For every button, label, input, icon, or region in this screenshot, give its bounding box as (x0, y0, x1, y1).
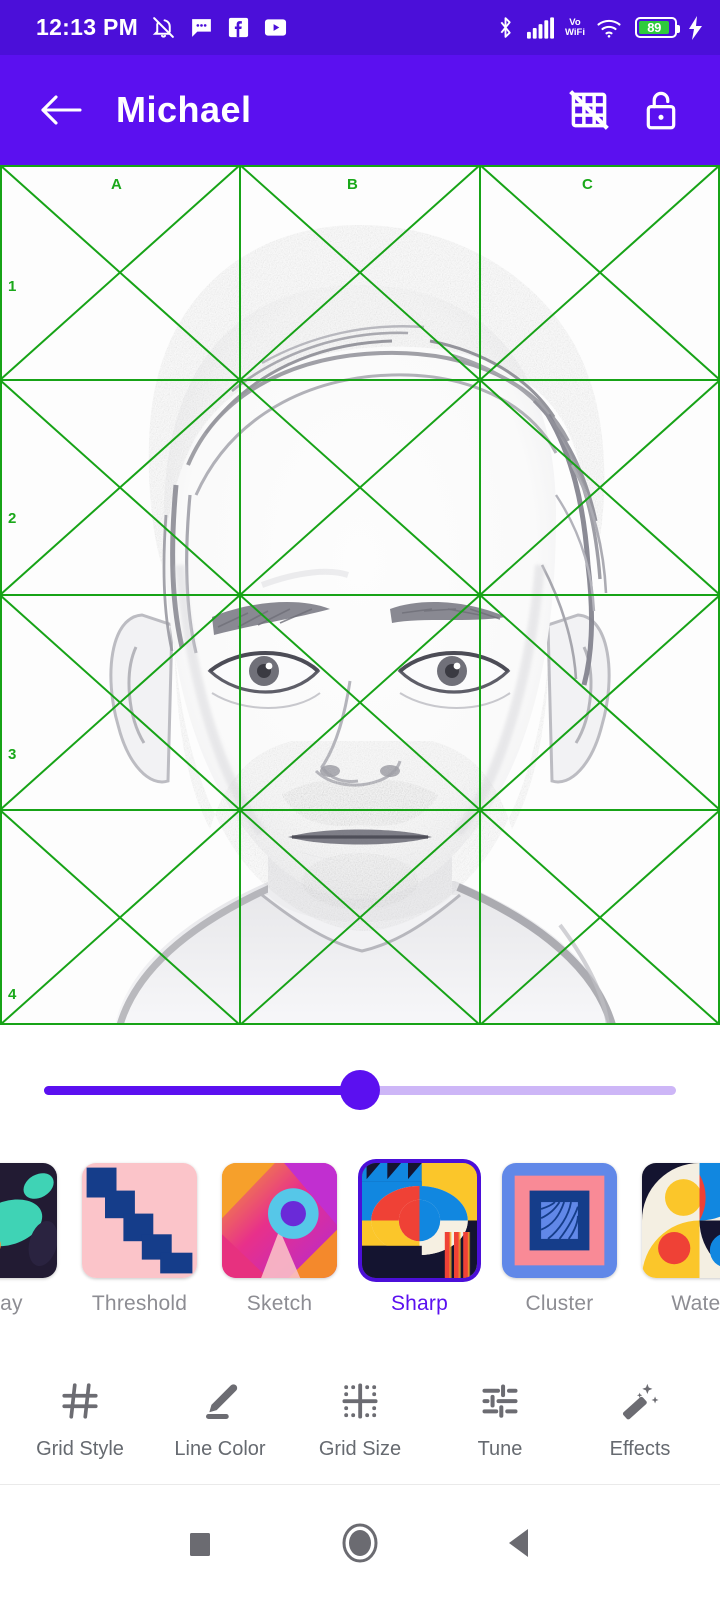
tool-grid-size[interactable]: Grid Size (295, 1378, 425, 1461)
app-root: 12:13 PM Vo WiFi 89 Michael A B C 1 2 3 … (0, 0, 720, 1600)
filter-label: Gray (0, 1292, 23, 1315)
page-title: Michael (116, 89, 252, 130)
signal-icon (527, 16, 555, 39)
back-button[interactable] (30, 79, 92, 141)
wifi-icon (596, 16, 624, 39)
status-bar: 12:13 PM Vo WiFi 89 (0, 0, 720, 55)
filter-label: Sketch (246, 1292, 313, 1315)
volte-line-2: WiFi (565, 26, 585, 38)
filter-thumb-threshold (82, 1163, 197, 1278)
filter-label: Cluster (525, 1292, 594, 1315)
status-bar-right: Vo WiFi 89 (495, 15, 704, 40)
triangle-back-icon (509, 1528, 528, 1557)
filter-item-cluster[interactable]: Cluster (502, 1163, 617, 1316)
lock-open-icon[interactable] (628, 77, 694, 143)
grid-row-label-2: 2 (8, 510, 17, 527)
filter-thumb-gray (0, 1163, 57, 1278)
filter-thumb-sharp (362, 1163, 477, 1278)
grid-size-icon (339, 1378, 381, 1424)
grid-row-label-4: 4 (8, 986, 17, 1003)
filter-thumb-water (642, 1163, 720, 1278)
tool-label: Effects (609, 1438, 671, 1460)
grid-column-label-b: B (347, 176, 358, 193)
grid-overlay: A B C 1 2 3 4 (0, 165, 720, 1025)
tune-sliders-icon (479, 1378, 521, 1424)
tool-tune[interactable]: Tune (435, 1378, 565, 1461)
back-button-nav[interactable] (480, 1508, 560, 1578)
slider-fill (44, 1085, 360, 1095)
messages-icon (189, 15, 214, 40)
battery-percent: 89 (639, 20, 670, 35)
recents-button[interactable] (160, 1508, 240, 1578)
facebook-icon (227, 16, 250, 39)
tool-label: Grid Style (36, 1438, 124, 1460)
tool-effects[interactable]: Effects (575, 1378, 705, 1461)
pencil-icon (199, 1378, 241, 1424)
grid-row-label-3: 3 (8, 746, 17, 763)
filter-label: Threshold (91, 1292, 188, 1315)
filter-item-gray[interactable]: Gray (0, 1163, 57, 1316)
bottom-toolbar: Grid Style Line Color Grid Size Tune Eff… (0, 1355, 720, 1485)
filter-thumb-sketch (222, 1163, 337, 1278)
magic-wand-icon (619, 1378, 661, 1424)
volte-wifi-icon: Vo WiFi (565, 18, 585, 37)
circle-icon (342, 1523, 378, 1562)
grid-off-icon[interactable] (556, 77, 622, 143)
charging-bolt-icon (688, 15, 704, 40)
grid-row-label-1: 1 (8, 278, 17, 295)
home-button[interactable] (320, 1508, 400, 1578)
filter-item-threshold[interactable]: Threshold (82, 1163, 197, 1316)
youtube-icon (263, 16, 288, 39)
grid-column-label-a: A (111, 176, 122, 193)
filter-item-sketch[interactable]: Sketch (222, 1163, 337, 1316)
grid-column-label-c: C (582, 176, 593, 193)
bluetooth-icon (495, 15, 516, 40)
notifications-off-icon (151, 15, 176, 40)
opacity-slider[interactable] (44, 1070, 676, 1110)
app-bar: Michael (0, 55, 720, 165)
tool-line-color[interactable]: Line Color (155, 1378, 285, 1461)
square-icon (190, 1532, 210, 1556)
tool-grid-style[interactable]: Grid Style (15, 1378, 145, 1461)
filter-thumb-cluster (502, 1163, 617, 1278)
image-canvas[interactable]: A B C 1 2 3 4 (0, 165, 720, 1025)
tool-label: Grid Size (318, 1438, 402, 1460)
filter-label: Water (671, 1292, 720, 1315)
status-bar-left: 12:13 PM (36, 14, 288, 41)
android-nav-bar (0, 1485, 720, 1600)
tool-label: Line Color (174, 1438, 266, 1460)
filter-item-water[interactable]: Water (642, 1163, 720, 1316)
filter-label: Sharp (390, 1292, 449, 1315)
status-bar-clock: 12:13 PM (36, 14, 139, 40)
filter-item-sharp[interactable]: Sharp (362, 1163, 477, 1316)
filter-strip[interactable]: Gray Threshold (0, 1155, 720, 1355)
slider-thumb[interactable] (340, 1070, 380, 1110)
battery-icon: 89 (635, 17, 680, 38)
slider-section (0, 1025, 720, 1155)
hash-grid-icon (59, 1378, 101, 1424)
tool-label: Tune (477, 1438, 523, 1460)
